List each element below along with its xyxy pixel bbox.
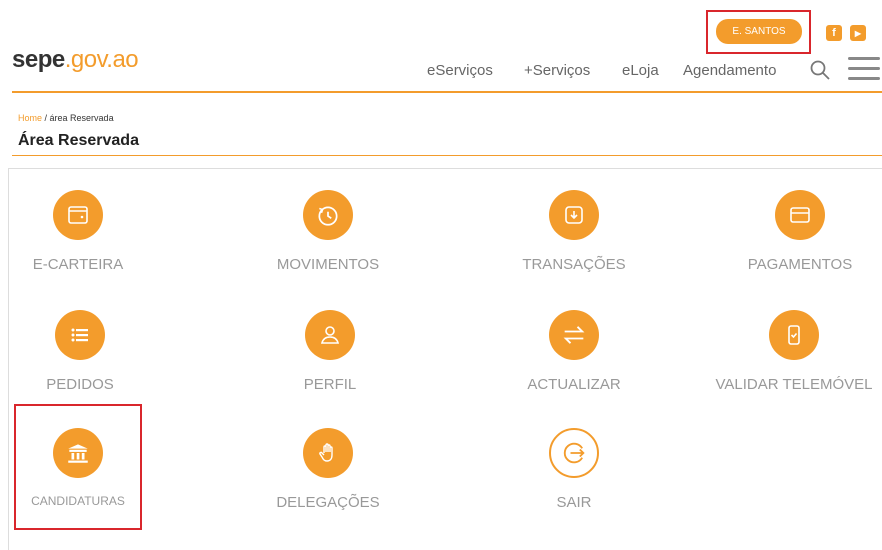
user-icon xyxy=(305,310,355,360)
tile-label: MOVIMENTOS xyxy=(276,256,380,273)
breadcrumb-separator: / xyxy=(42,113,50,123)
phone-check-icon xyxy=(769,310,819,360)
download-box-icon xyxy=(549,190,599,240)
hamburger-menu-icon[interactable] xyxy=(848,57,880,81)
tile-label: PERFIL xyxy=(303,376,357,393)
exit-icon xyxy=(549,428,599,478)
tile-delegacoes[interactable]: DELEGAÇÕES xyxy=(228,428,428,538)
user-account-button[interactable]: E. SANTOS xyxy=(716,19,802,44)
title-divider xyxy=(12,155,882,156)
search-icon[interactable] xyxy=(810,60,830,80)
tile-transacoes[interactable]: TRANSAÇÕES xyxy=(474,190,674,300)
tile-e-carteira[interactable]: E-CARTEIRA xyxy=(0,190,178,300)
breadcrumb: Home / área Reservada xyxy=(18,113,114,123)
nav-mais-servicos[interactable]: +Serviços xyxy=(524,62,590,79)
tile-label: PAGAMENTOS xyxy=(747,256,853,273)
tile-validar-telemovel[interactable]: VALIDAR TELEMÓVEL xyxy=(694,310,882,420)
header: E. SANTOS f ▶ sepe.gov.ao eServiços +Ser… xyxy=(0,0,882,95)
nav-agendamento[interactable]: Agendamento xyxy=(683,62,776,79)
tile-label: SAIR xyxy=(556,494,592,511)
header-divider xyxy=(12,91,882,93)
breadcrumb-home-link[interactable]: Home xyxy=(18,113,42,123)
card-icon xyxy=(775,190,825,240)
tile-label: VALIDAR TELEMÓVEL xyxy=(715,376,873,393)
tile-candidaturas[interactable]: CANDIDATURAS xyxy=(0,428,178,538)
logo-main: sepe xyxy=(12,46,65,73)
tile-sair[interactable]: SAIR xyxy=(474,428,674,538)
logo-domain: .gov.ao xyxy=(64,46,139,73)
swap-arrows-icon xyxy=(549,310,599,360)
page-title: Área Reservada xyxy=(18,132,139,149)
wallet-icon xyxy=(53,190,103,240)
facebook-icon[interactable]: f xyxy=(826,25,842,41)
nav-eservicos[interactable]: eServiços xyxy=(427,62,493,79)
clock-history-icon xyxy=(303,190,353,240)
tile-actualizar[interactable]: ACTUALIZAR xyxy=(474,310,674,420)
tile-movimentos[interactable]: MOVIMENTOS xyxy=(228,190,428,300)
tile-label: CANDIDATURAS xyxy=(31,494,125,508)
tile-label: E-CARTEIRA xyxy=(32,256,124,273)
site-logo[interactable]: sepe.gov.ao xyxy=(12,46,139,74)
tile-label: PEDIDOS xyxy=(46,376,114,393)
hand-icon xyxy=(303,428,353,478)
tile-perfil[interactable]: PERFIL xyxy=(230,310,430,420)
youtube-icon[interactable]: ▶ xyxy=(850,25,866,41)
nav-eloja[interactable]: eLoja xyxy=(622,62,659,79)
institution-icon xyxy=(53,428,103,478)
tile-pagamentos[interactable]: PAGAMENTOS xyxy=(700,190,882,300)
tile-label: TRANSAÇÕES xyxy=(522,256,626,273)
breadcrumb-current: área Reservada xyxy=(49,113,114,123)
tile-label: ACTUALIZAR xyxy=(527,376,621,393)
tile-label: DELEGAÇÕES xyxy=(276,494,380,511)
list-icon xyxy=(55,310,105,360)
